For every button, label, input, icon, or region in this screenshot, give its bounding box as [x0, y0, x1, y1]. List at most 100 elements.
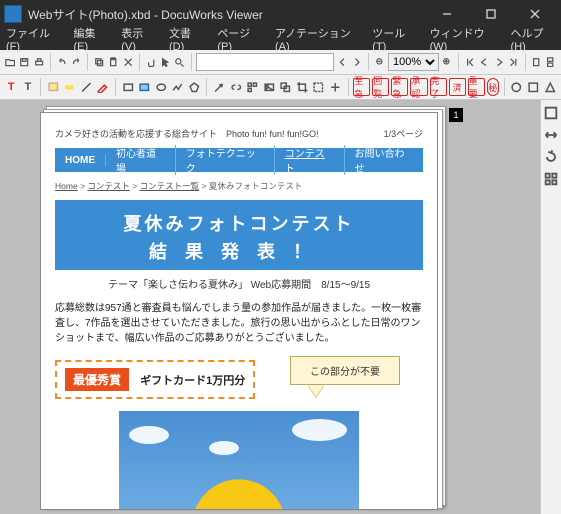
separator — [368, 53, 369, 71]
site-nav: HOME 初心者道場 フォトテクニック コンテスト お問い合わせ — [55, 148, 423, 172]
layout-continuous-icon[interactable] — [544, 51, 556, 73]
zoom-in-icon[interactable] — [441, 51, 453, 73]
undo-icon[interactable] — [56, 51, 68, 73]
document-canvas[interactable]: 1 カメラ好きの活動を応援する総合サイト Photo fun! fun! fun… — [0, 100, 561, 514]
nav-contest[interactable]: コンテスト — [275, 145, 345, 175]
align-icon[interactable] — [328, 76, 343, 98]
stamp-complete[interactable]: 済 — [449, 78, 466, 96]
text-red-icon[interactable]: T — [4, 76, 19, 98]
prev-page-icon[interactable] — [478, 51, 490, 73]
separator — [206, 78, 207, 96]
winning-photo — [119, 411, 359, 510]
layout-single-icon[interactable] — [530, 51, 542, 73]
stamp-done[interactable]: 完了 — [430, 78, 447, 96]
menu-window[interactable]: ウィンドウ(W) — [430, 25, 497, 53]
nav-home[interactable]: HOME — [55, 155, 106, 166]
separator — [525, 53, 526, 71]
image-icon[interactable] — [262, 76, 277, 98]
rect-icon[interactable] — [121, 76, 136, 98]
stamp-approve[interactable]: 承認 — [410, 78, 427, 96]
text-icon[interactable]: T — [21, 76, 36, 98]
highlight-icon[interactable] — [62, 76, 77, 98]
page-badge: 1 — [449, 108, 463, 122]
delete-icon[interactable] — [122, 51, 134, 73]
menu-tool[interactable]: ツール(T) — [372, 25, 415, 53]
search-next-icon[interactable] — [351, 51, 363, 73]
menu-view[interactable]: 表示(V) — [121, 25, 155, 53]
app-icon — [4, 5, 22, 23]
menu-bar: ファイル(F) 編集(E) 表示(V) 文書(D) ページ(P) アノテーション… — [0, 28, 561, 50]
note-icon[interactable] — [46, 76, 61, 98]
triangle-tool-icon[interactable] — [543, 76, 558, 98]
separator — [40, 78, 41, 96]
prize-label: 最優秀賞 — [65, 368, 129, 391]
window-close-button[interactable] — [513, 0, 557, 28]
separator — [504, 78, 505, 96]
window-maximize-button[interactable] — [469, 0, 513, 28]
copy-icon[interactable] — [93, 51, 105, 73]
stamp-circulate[interactable]: 回覧 — [372, 78, 389, 96]
window-title: Webサイト(Photo).xbd - DocuWorks Viewer — [28, 6, 425, 23]
nav-beginner[interactable]: 初心者道場 — [106, 145, 176, 175]
paste-icon[interactable] — [107, 51, 119, 73]
stamp-secret[interactable]: 秘 — [487, 78, 499, 96]
next-page-icon[interactable] — [493, 51, 505, 73]
hand-icon[interactable] — [145, 51, 157, 73]
redo-icon[interactable] — [70, 51, 82, 73]
toolbar-annotation: T T 至急 回覧 緊急 承認 完了 済 重要 秘 — [0, 75, 561, 100]
pointer-icon[interactable] — [159, 51, 171, 73]
polyline-icon[interactable] — [170, 76, 185, 98]
zoom-icon[interactable] — [173, 51, 185, 73]
separator — [191, 53, 192, 71]
vtool-rotate-icon[interactable] — [542, 148, 560, 166]
separator — [115, 78, 116, 96]
menu-annotation[interactable]: アノテーション(A) — [275, 25, 358, 53]
first-page-icon[interactable] — [464, 51, 476, 73]
rect-fill-icon[interactable] — [137, 76, 152, 98]
pen-red-icon[interactable] — [95, 76, 110, 98]
square-tool-icon[interactable] — [526, 76, 541, 98]
last-page-icon[interactable] — [507, 51, 519, 73]
vtool-fit-icon[interactable] — [542, 104, 560, 122]
link-icon[interactable] — [229, 76, 244, 98]
vtool-thumbs-icon[interactable] — [542, 170, 560, 188]
zoom-select[interactable]: 100% — [388, 53, 439, 71]
polygon-icon[interactable] — [187, 76, 202, 98]
open-icon[interactable] — [4, 51, 16, 73]
print-icon[interactable] — [33, 51, 45, 73]
hero-line2: 結果発表！ — [55, 238, 423, 264]
separator — [139, 53, 140, 71]
bc-home[interactable]: Home — [55, 181, 78, 191]
page-header-line: カメラ好きの活動を応援する総合サイト Photo fun! fun! fun!G… — [55, 127, 423, 140]
bc-contest-list[interactable]: コンテスト一覧 — [140, 181, 200, 191]
search-prev-icon[interactable] — [336, 51, 348, 73]
qr-icon[interactable] — [245, 76, 260, 98]
prize-value: ギフトカード1万円分 — [140, 375, 245, 387]
save-icon[interactable] — [18, 51, 30, 73]
hero-theme: テーマ「楽しさ伝わる夏休み」 Web応募期間 8/15〜9/15 — [55, 276, 423, 291]
circle-tool-icon[interactable] — [509, 76, 524, 98]
crop-icon[interactable] — [295, 76, 310, 98]
menu-help[interactable]: ヘルプ(H) — [511, 25, 555, 53]
nav-technique[interactable]: フォトテクニック — [176, 145, 275, 175]
window-minimize-button[interactable] — [425, 0, 469, 28]
menu-edit[interactable]: 編集(E) — [73, 25, 107, 53]
stamp-urgent[interactable]: 至急 — [353, 78, 370, 96]
ellipse-icon[interactable] — [154, 76, 169, 98]
vtool-width-icon[interactable] — [542, 126, 560, 144]
group-icon[interactable] — [278, 76, 293, 98]
search-input[interactable] — [196, 53, 334, 71]
page-content: カメラ好きの活動を応援する総合サイト Photo fun! fun! fun!G… — [40, 112, 438, 510]
stamp-emergency[interactable]: 緊急 — [391, 78, 408, 96]
callout-annotation[interactable]: この部分が不要 — [290, 356, 400, 397]
menu-page[interactable]: ページ(P) — [217, 25, 261, 53]
menu-document[interactable]: 文書(D) — [169, 25, 203, 53]
select-all-icon[interactable] — [311, 76, 326, 98]
line-icon[interactable] — [79, 76, 94, 98]
stamp-important[interactable]: 重要 — [468, 78, 485, 96]
bc-contest[interactable]: コンテスト — [87, 181, 130, 191]
arrow-icon[interactable] — [212, 76, 227, 98]
nav-contact[interactable]: お問い合わせ — [345, 145, 424, 175]
zoom-out-icon[interactable] — [374, 51, 386, 73]
menu-file[interactable]: ファイル(F) — [6, 25, 59, 53]
